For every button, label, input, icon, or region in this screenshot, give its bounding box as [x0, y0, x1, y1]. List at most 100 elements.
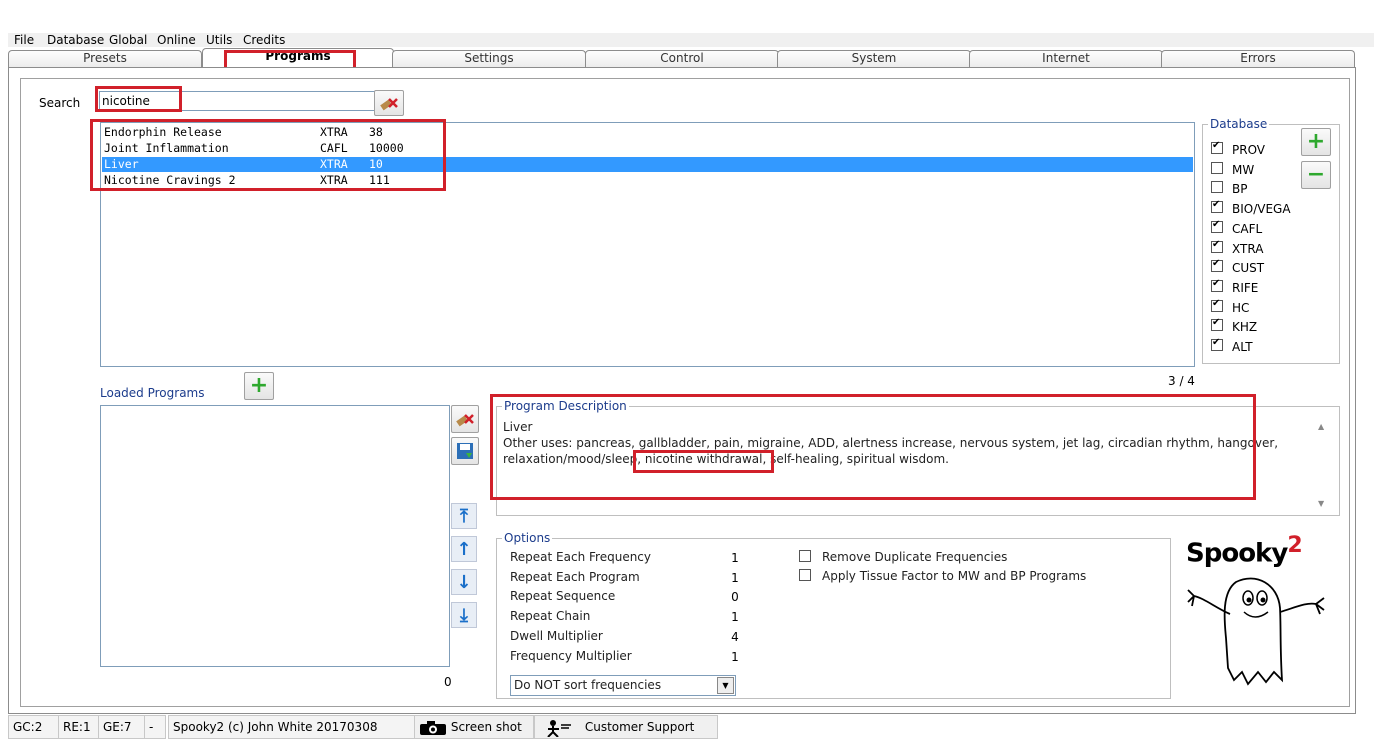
description-scrollbar[interactable]: ▲ ▼	[1318, 418, 1330, 510]
move-up-button[interactable]: ↑	[451, 536, 477, 562]
status-copyright: Spooky2 (c) John White 20170308	[168, 715, 418, 739]
description-highlight-text: nicotine withdrawal	[644, 452, 763, 466]
database-label: MW	[1232, 162, 1255, 177]
description-text: Liver Other uses: pancreas, gallbladder,…	[503, 419, 1303, 467]
menu-credits[interactable]: Credits	[243, 33, 285, 47]
move-top-button[interactable]: ⤒	[451, 503, 477, 529]
arrow-down-icon: ↓	[456, 571, 472, 593]
program-db: XTRA	[320, 157, 348, 171]
remove-duplicates-checkbox[interactable]	[799, 550, 811, 562]
add-database-button[interactable]: +	[1301, 128, 1331, 156]
tab-control[interactable]: Control	[585, 50, 779, 67]
database-checkbox-rife[interactable]	[1211, 278, 1223, 292]
option-label: Frequency Multiplier	[510, 648, 632, 663]
database-checkbox-mw[interactable]	[1211, 161, 1223, 174]
logo-superscript: 2	[1287, 533, 1302, 558]
status-bar: GC:2 RE:1 GE:7 - Spooky2 (c) John White …	[8, 715, 1382, 739]
database-checkbox-hc[interactable]	[1211, 298, 1223, 312]
tissue-factor-label: Apply Tissue Factor to MW and BP Program…	[822, 569, 1087, 583]
database-checkbox-khz[interactable]	[1211, 317, 1223, 332]
plus-icon: +	[249, 373, 269, 398]
spooky-logo: Spooky2	[1186, 533, 1303, 569]
menu-database[interactable]: Database	[47, 33, 104, 47]
program-num: 111	[369, 173, 390, 187]
tab-strip: Presets Programs Settings Control System…	[8, 48, 1355, 69]
support-icon	[547, 719, 571, 738]
menu-bar: File Database Global Online Utils Credit…	[8, 33, 1374, 47]
program-name: Liver	[104, 157, 139, 171]
eraser-icon	[456, 414, 474, 427]
save-loaded-button[interactable]	[451, 437, 479, 465]
remove-duplicates-label: Remove Duplicate Frequencies	[822, 550, 1008, 564]
search-label: Search	[39, 96, 81, 110]
program-name: Endorphin Release	[104, 125, 222, 139]
database-checkbox-bio-vega[interactable]	[1211, 199, 1223, 214]
option-value-field[interactable]: 0	[686, 588, 784, 608]
tab-system[interactable]: System	[777, 50, 971, 67]
database-checkbox-cafl[interactable]	[1211, 219, 1223, 233]
tissue-factor-checkbox[interactable]	[799, 569, 811, 581]
logo-text: Spooky	[1186, 538, 1288, 569]
loaded-programs-count: 0	[444, 675, 452, 689]
tab-errors[interactable]: Errors	[1161, 50, 1355, 67]
option-value-field[interactable]: 1	[686, 568, 784, 588]
description-text-part: , self-healing, spiritual wisdom.	[762, 452, 949, 466]
option-value-field[interactable]: 1	[686, 608, 784, 628]
sort-select[interactable]: Do NOT sort frequencies ▼	[510, 675, 736, 696]
option-label: Dwell Multiplier	[510, 628, 603, 643]
menu-online[interactable]: Online	[157, 33, 196, 47]
option-value-field[interactable]: 1	[686, 549, 784, 568]
database-checkbox-xtra[interactable]	[1211, 239, 1223, 253]
loaded-programs-list[interactable]	[100, 405, 450, 667]
menu-file[interactable]: File	[14, 33, 34, 47]
menu-utils[interactable]: Utils	[206, 33, 232, 47]
database-checkbox-alt[interactable]	[1211, 337, 1223, 351]
screenshot-button[interactable]: Screen shot	[414, 715, 534, 739]
customer-support-button[interactable]: Customer Support	[534, 715, 718, 739]
eraser-icon	[380, 98, 398, 111]
program-row[interactable]: Nicotine Cravings 2 XTRA 111	[102, 173, 1193, 188]
program-row-selected[interactable]: Liver XTRA 10	[102, 157, 1193, 172]
status-dash: -	[144, 715, 166, 739]
arrow-to-top-icon: ⤒	[460, 505, 468, 527]
option-label: Repeat Sequence	[510, 589, 616, 604]
tab-presets[interactable]: Presets	[8, 50, 202, 67]
database-label: ALT	[1232, 340, 1253, 354]
search-input[interactable]	[99, 91, 376, 111]
move-bottom-button[interactable]: ⤓	[451, 602, 477, 628]
database-checkbox-cust[interactable]	[1211, 258, 1223, 273]
tab-internet[interactable]: Internet	[969, 50, 1163, 67]
program-db: XTRA	[320, 125, 348, 139]
tab-programs[interactable]: Programs	[202, 48, 394, 69]
tab-settings[interactable]: Settings	[392, 50, 586, 67]
description-line-uses-cont: relaxation/mood/sleep, nicotine withdraw…	[503, 451, 1303, 467]
program-db: CAFL	[320, 141, 348, 155]
database-checkbox-bp[interactable]	[1211, 181, 1223, 194]
description-line-uses: Other uses: pancreas, gallbladder, pain,…	[503, 436, 1279, 450]
database-label: PROV	[1232, 143, 1266, 157]
arrow-up-icon: ↑	[456, 538, 472, 560]
sort-select-value: Do NOT sort frequencies	[514, 678, 662, 692]
program-num: 38	[369, 125, 383, 139]
add-program-button[interactable]: +	[244, 372, 274, 400]
clear-loaded-button[interactable]	[451, 405, 479, 433]
chevron-down-icon[interactable]: ▼	[717, 677, 734, 694]
program-num: 10000	[369, 141, 404, 155]
database-label: XTRA	[1232, 241, 1264, 256]
result-count: 3 / 4	[1168, 374, 1195, 388]
plus-icon: +	[1306, 129, 1326, 154]
program-name: Joint Inflammation	[104, 141, 229, 155]
database-label: BP	[1232, 182, 1248, 197]
clear-search-button[interactable]	[374, 90, 404, 116]
program-list[interactable]: Endorphin Release XTRA 38 Joint Inflammati…	[100, 122, 1195, 367]
option-value-field[interactable]: 1	[686, 647, 784, 667]
option-value-field[interactable]: 4	[686, 627, 784, 647]
program-row[interactable]: Endorphin Release XTRA 38	[102, 125, 1193, 140]
program-row[interactable]: Joint Inflammation CAFL 10000	[102, 141, 1193, 156]
option-label: Repeat Each Program	[510, 569, 640, 584]
menu-global[interactable]: Global	[109, 33, 147, 47]
move-down-button[interactable]: ↓	[451, 569, 477, 595]
database-checkbox-prov[interactable]	[1211, 140, 1223, 154]
database-label: CUST	[1232, 261, 1265, 276]
remove-database-button[interactable]: −	[1301, 161, 1331, 189]
